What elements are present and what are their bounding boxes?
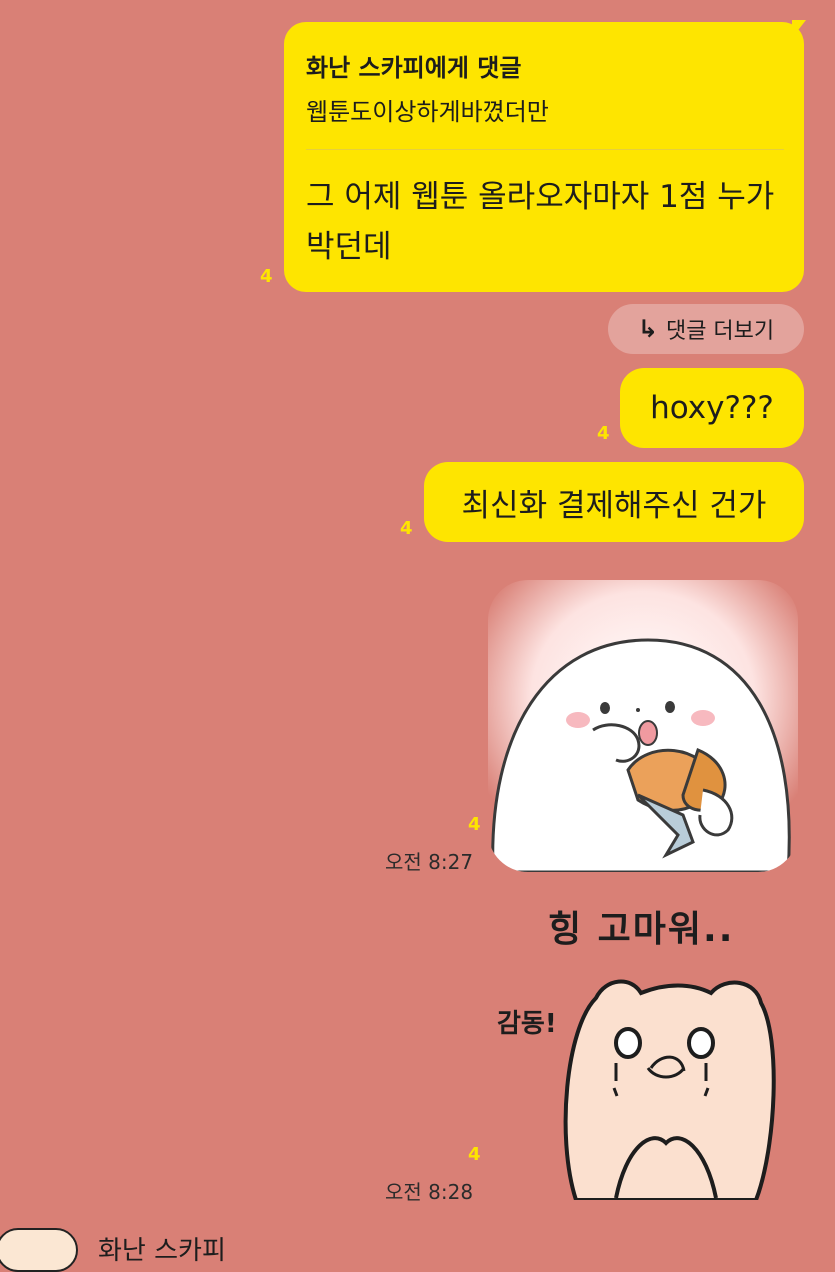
reply-arrow-icon: ↳ bbox=[637, 315, 658, 343]
reply-quoted-text[interactable]: 웹툰도이상하게바꼈더만 bbox=[306, 92, 549, 127]
avatar[interactable] bbox=[0, 1228, 78, 1272]
sender-name: 화난 스카피 bbox=[98, 1236, 226, 1266]
reply-divider bbox=[306, 149, 784, 150]
message-text: 최신화 결제해주신 건가 bbox=[461, 487, 767, 524]
crying-bear-sticker-icon bbox=[563, 979, 776, 1202]
unread-count: 4 bbox=[468, 1144, 481, 1165]
reply-body-text: 그 어제 웹툰 올라오자마자 1점 누가 박던데 bbox=[306, 179, 775, 265]
unread-count: 4 bbox=[597, 423, 610, 444]
more-replies-label: 댓글 더보기 bbox=[665, 319, 775, 344]
message-bubble[interactable]: hoxy??? bbox=[620, 368, 804, 448]
crying-blob-sticker-icon bbox=[488, 580, 798, 872]
message-text: hoxy??? bbox=[650, 390, 774, 426]
sticker-image[interactable] bbox=[556, 968, 776, 1202]
unread-count: 4 bbox=[468, 814, 481, 835]
reply-header: 화난 스카피에게 댓글 bbox=[306, 54, 522, 82]
sticker-image[interactable] bbox=[488, 580, 798, 872]
more-replies-button[interactable]: ↳ 댓글 더보기 bbox=[608, 304, 804, 354]
sticker-caption: 힝 고마워.. bbox=[548, 909, 735, 950]
message-time: 오전 8:27 bbox=[385, 850, 474, 874]
message-bubble[interactable]: 최신화 결제해주신 건가 bbox=[424, 462, 804, 542]
message-time: 오전 8:28 bbox=[385, 1180, 474, 1204]
sticker-label: 감동! bbox=[497, 1009, 557, 1039]
unread-count: 4 bbox=[260, 266, 273, 287]
unread-count: 4 bbox=[400, 518, 413, 539]
